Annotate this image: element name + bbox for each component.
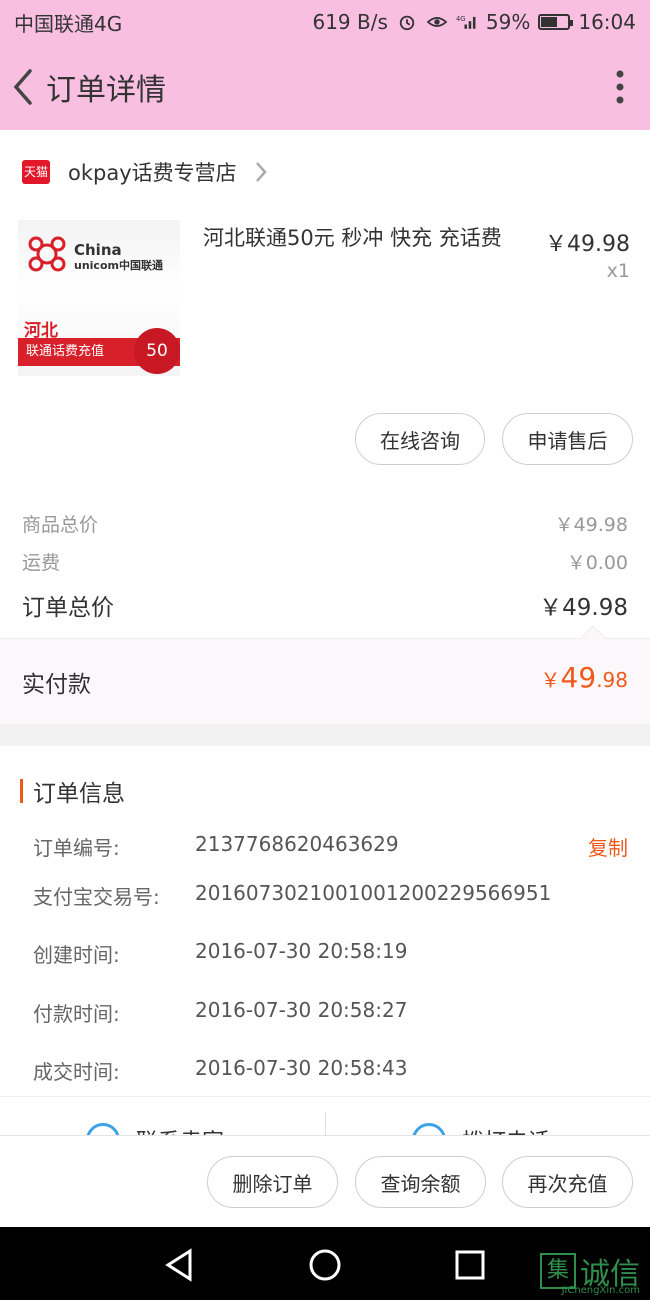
battery-icon: [538, 14, 574, 30]
delete-order-button[interactable]: 删除订单: [207, 1156, 338, 1208]
info-label: 支付宝交易号:: [33, 885, 160, 909]
home-circle-icon[interactable]: [305, 1245, 345, 1285]
consult-button[interactable]: 在线咨询: [355, 413, 485, 465]
goods-total-label: 商品总价: [22, 514, 99, 536]
carrier-label: 中国联通4G: [14, 11, 123, 36]
contact-divider: [325, 1113, 326, 1136]
shipping-label: 运费: [22, 552, 61, 574]
check-balance-button[interactable]: 查询余额: [355, 1156, 486, 1208]
system-nav-bar: 集 诚信 JiChengXin.com: [0, 1227, 650, 1300]
status-bar-right: 619 B/s 4G 59% 16:04: [312, 10, 636, 34]
product-actions: 在线咨询 申请售后: [0, 394, 650, 486]
unicom-logo-text: China unicom中国联通: [74, 242, 163, 274]
contact-row: 联系卖家 拨打电话: [0, 1096, 650, 1136]
unicom-logo-line2: unicom中国联通: [74, 259, 163, 272]
back-button[interactable]: [0, 44, 44, 130]
battery-fill: [541, 17, 557, 27]
info-value: 2016073021001001200229566951: [195, 881, 552, 905]
paid-integer: 49: [560, 661, 597, 694]
paid-decimal: .98: [596, 668, 628, 692]
paid-label: 实付款: [22, 672, 91, 698]
recharge-again-button[interactable]: 再次充值: [502, 1156, 633, 1208]
shipping-value: ￥0.00: [566, 552, 628, 574]
back-triangle-icon[interactable]: [160, 1245, 200, 1285]
info-label: 创建时间:: [33, 943, 120, 967]
page-title: 订单详情: [46, 73, 166, 108]
more-vertical-icon: [616, 70, 624, 104]
product-image[interactable]: China unicom中国联通 河北 联通话费充值 50: [18, 220, 180, 376]
shop-name: okpay话费专营店: [68, 161, 237, 185]
unicom-logo-icon: [28, 236, 66, 272]
info-value: 2016-07-30 20:58:19: [195, 939, 408, 963]
shop-row[interactable]: 天猫 okpay话费专营店: [0, 130, 650, 214]
battery-percent: 59%: [485, 10, 531, 34]
section-accent-bar: [20, 779, 23, 803]
copy-button[interactable]: 复制: [588, 832, 628, 861]
network-speed: 619 B/s: [312, 10, 388, 34]
order-info-title: 订单信息: [33, 781, 125, 807]
paid-yen: ￥: [540, 668, 561, 692]
goods-total-value: ￥49.98: [554, 514, 628, 536]
alipay-trade-row: 支付宝交易号: 2016073021001001200229566951: [33, 881, 628, 910]
product-price: ￥49.98: [545, 232, 630, 257]
info-label: 订单编号:: [33, 836, 120, 860]
product-item[interactable]: China unicom中国联通 河北 联通话费充值 50 河北联通50元 秒冲…: [0, 214, 650, 394]
paid-row: 实付款 ￥49.98: [0, 625, 650, 724]
alarm-icon: [399, 15, 415, 31]
status-bar: 中国联通4G 619 B/s 4G 59% 16:04: [0, 0, 650, 44]
recents-square-icon[interactable]: [450, 1245, 490, 1285]
signal-icon: 4G: [456, 15, 476, 29]
order-info-header: 订单信息: [20, 774, 125, 808]
deal-time-row: 成交时间: 2016-07-30 20:58:43: [33, 1056, 628, 1085]
paid-amount: ￥49.98: [541, 661, 628, 694]
product-image-seal: 50: [134, 328, 180, 374]
title-bar: 订单详情: [0, 44, 650, 130]
order-info-section: 订单信息 订单编号: 2137768620463629 复制 支付宝交易号: 2…: [0, 746, 650, 1096]
info-value: 2016-07-30 20:58:27: [195, 998, 408, 1022]
watermark-sub: JiChengXin.com: [561, 1285, 640, 1296]
unicom-logo-line1: China: [74, 241, 122, 259]
product-quantity: x1: [606, 260, 630, 282]
order-total-row: 订单总价 ￥49.98: [22, 588, 628, 622]
bottom-action-bar: 删除订单 查询余额 再次充值: [0, 1135, 650, 1227]
order-total-value: ￥49.98: [539, 595, 628, 621]
goods-total-row: 商品总价 ￥49.98: [22, 510, 628, 537]
info-label: 付款时间:: [33, 1002, 120, 1026]
clock: 16:04: [578, 10, 636, 34]
tmall-badge: 天猫: [22, 160, 50, 184]
info-label: 成交时间:: [33, 1060, 120, 1084]
order-number-row: 订单编号: 2137768620463629: [33, 832, 628, 861]
order-total-label: 订单总价: [22, 595, 114, 621]
price-summary: 商品总价 ￥49.98 运费 ￥0.00 订单总价 ￥49.98: [0, 486, 650, 638]
chevron-left-icon: [13, 69, 32, 105]
eye-icon: [426, 17, 448, 27]
product-title[interactable]: 河北联通50元 秒冲 快充 充话费: [203, 224, 525, 252]
paid-time-row: 付款时间: 2016-07-30 20:58:27: [33, 998, 628, 1027]
created-time-row: 创建时间: 2016-07-30 20:58:19: [33, 939, 628, 968]
more-button[interactable]: [590, 44, 650, 130]
shipping-row: 运费 ￥0.00: [22, 548, 628, 575]
watermark-box: 集: [540, 1253, 576, 1289]
svg-text:4G: 4G: [456, 15, 466, 23]
info-value: 2016-07-30 20:58:43: [195, 1056, 408, 1080]
chevron-right-icon: [255, 162, 267, 182]
after-sales-button[interactable]: 申请售后: [502, 413, 633, 465]
info-value: 2137768620463629: [195, 832, 399, 856]
